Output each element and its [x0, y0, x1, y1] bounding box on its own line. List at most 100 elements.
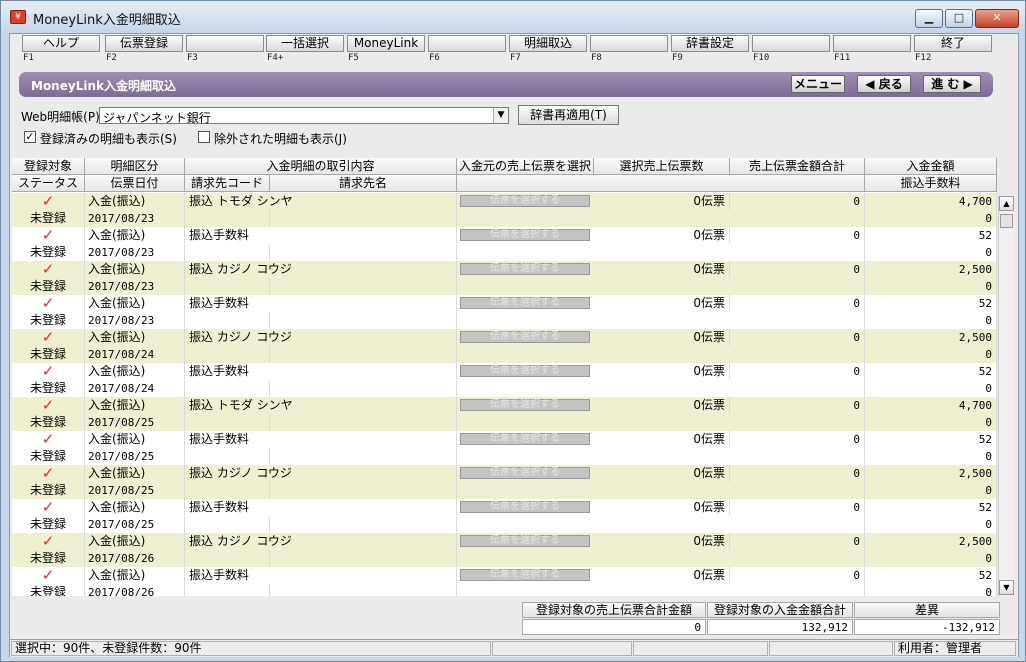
select-slip-button[interactable]: 伝票を選択する — [460, 365, 590, 377]
table-row[interactable]: ✓ 未登録 入金(振込) 2017/08/25 振込 カジノ コウジ 0伝票 0 2,500 0… — [12, 465, 997, 499]
select-slip-button[interactable]: 伝票を選択する — [460, 501, 590, 513]
table-row[interactable]: ✓ 未登録 入金(振込) 2017/08/23 振込 カジノ コウジ 0伝票 0 2,500 0… — [12, 261, 997, 295]
table-row[interactable]: ✓ 未登録 入金(振込) 2017/08/25 振込 トモダ シンヤ 0伝票 0 4,700 0… — [12, 397, 997, 431]
fkey-f6[interactable]: F6 — [428, 35, 506, 65]
fkey-button[interactable] — [590, 35, 668, 52]
fkey-f11[interactable]: F11 — [833, 35, 911, 65]
select-slip-button[interactable]: 伝票を選択する — [460, 433, 590, 445]
back-button[interactable]: ◀ 戻る — [857, 75, 911, 93]
select-slip-button[interactable]: 伝票を選択する — [460, 467, 590, 479]
table-row[interactable]: ✓ 未登録 入金(振込) 2017/08/23 振込手数料 0伝票 0 52 0 伝票を選択する — [12, 227, 997, 261]
fkey-f1[interactable]: ヘルプ F1 — [22, 35, 100, 65]
fkey-f4plus[interactable]: 一括選択 F4+ — [266, 35, 344, 65]
check-icon[interactable]: ✓ — [12, 533, 85, 550]
select-slip-button[interactable]: 伝票を選択する — [460, 399, 590, 411]
check-icon[interactable]: ✓ — [12, 465, 85, 482]
check-icon[interactable]: ✓ — [12, 329, 85, 346]
table-row[interactable]: ✓ 未登録 入金(振込) 2017/08/26 振込 カジノ コウジ 0伝票 0 2,500 0… — [12, 533, 997, 567]
check-icon[interactable]: ✓ — [12, 193, 85, 210]
header-detail-type[interactable]: 明細区分 — [85, 158, 185, 175]
fkey-button[interactable]: 辞書設定 — [671, 35, 749, 52]
check-icon[interactable]: ✓ — [12, 567, 85, 584]
row-slip-total: 0 — [730, 533, 865, 550]
fkey-f3[interactable]: F3 — [186, 35, 264, 65]
fkey-f5[interactable]: MoneyLink F5 — [347, 35, 425, 65]
next-button[interactable]: 進 む ▶ — [923, 75, 981, 93]
header-customer-code[interactable]: 請求先コード — [185, 175, 270, 192]
select-slip-button[interactable]: 伝票を選択する — [460, 229, 590, 241]
row-empty-cell — [457, 380, 865, 397]
row-empty-cell — [457, 550, 865, 567]
select-slip-button[interactable]: 伝票を選択する — [460, 535, 590, 547]
select-slip-button[interactable]: 伝票を選択する — [460, 195, 590, 207]
table-row[interactable]: ✓ 未登録 入金(振込) 2017/08/25 振込手数料 0伝票 0 52 0 伝票を選択する — [12, 431, 997, 465]
header-status[interactable]: ステータス — [12, 175, 85, 192]
minimize-button[interactable]: ▁ — [915, 9, 943, 28]
fkey-f8[interactable]: F8 — [590, 35, 668, 65]
row-empty-cell — [270, 312, 457, 329]
maximize-button[interactable]: □ — [945, 9, 973, 28]
header-customer-name[interactable]: 請求先名 — [270, 175, 457, 192]
menu-button[interactable]: メニュー — [791, 75, 845, 93]
row-status: 未登録 — [12, 482, 85, 499]
header-transaction[interactable]: 入金明細の取引内容 — [185, 158, 457, 175]
header-slip-date[interactable]: 伝票日付 — [85, 175, 185, 192]
header-transfer-fee[interactable]: 振込手数料 — [865, 175, 997, 192]
row-empty-cell — [457, 210, 865, 227]
select-slip-button[interactable]: 伝票を選択する — [460, 263, 590, 275]
row-empty-cell — [185, 584, 270, 596]
table-row[interactable]: ✓ 未登録 入金(振込) 2017/08/24 振込手数料 0伝票 0 52 0 伝票を選択する — [12, 363, 997, 397]
row-type: 入金(振込) — [85, 499, 185, 516]
show-excluded-checkbox[interactable] — [198, 131, 210, 143]
close-button[interactable]: ✕ — [975, 9, 1019, 28]
row-empty-cell — [457, 584, 865, 596]
table-row[interactable]: ✓ 未登録 入金(振込) 2017/08/25 振込手数料 0伝票 0 52 0 伝票を選択する — [12, 499, 997, 533]
select-slip-button[interactable]: 伝票を選択する — [460, 331, 590, 343]
header-deposit-amount[interactable]: 入金金額 — [865, 158, 997, 175]
select-slip-button[interactable]: 伝票を選択する — [460, 297, 590, 309]
header-select-slip[interactable]: 入金元の売上伝票を選択 — [457, 158, 594, 175]
check-icon[interactable]: ✓ — [12, 499, 85, 516]
header-slip-count[interactable]: 選択売上伝票数 — [594, 158, 730, 175]
fkey-f12[interactable]: 終了 F12 — [914, 35, 992, 65]
fkey-button[interactable] — [428, 35, 506, 52]
check-icon[interactable]: ✓ — [12, 363, 85, 380]
fkey-button[interactable]: 一括選択 — [266, 35, 344, 52]
scroll-down-icon[interactable]: ▼ — [999, 580, 1014, 595]
table-row[interactable]: ✓ 未登録 入金(振込) 2017/08/26 振込手数料 0伝票 0 52 0 伝票を選択する — [12, 567, 997, 596]
table-row[interactable]: ✓ 未登録 入金(振込) 2017/08/23 振込 トモダ シンヤ 0伝票 0 4,700 0… — [12, 193, 997, 227]
fkey-f7[interactable]: 明細取込 F7 — [509, 35, 587, 65]
scroll-up-icon[interactable]: ▲ — [999, 196, 1014, 211]
fkey-button[interactable]: MoneyLink — [347, 35, 425, 52]
fkey-button[interactable]: 終了 — [914, 35, 992, 52]
check-icon[interactable]: ✓ — [12, 295, 85, 312]
header-register-target[interactable]: 登録対象 — [12, 158, 85, 175]
fkey-button[interactable] — [833, 35, 911, 52]
show-registered-checkbox[interactable]: ✓ — [24, 131, 36, 143]
table-row[interactable]: ✓ 未登録 入金(振込) 2017/08/24 振込 カジノ コウジ 0伝票 0 2,500 0… — [12, 329, 997, 363]
account-select[interactable]: ジャパンネット銀行 ▼ — [99, 107, 509, 125]
check-icon[interactable]: ✓ — [12, 397, 85, 414]
fkey-button[interactable] — [752, 35, 830, 52]
fkey-f9[interactable]: 辞書設定 F9 — [671, 35, 749, 65]
row-amount: 2,500 — [865, 329, 997, 346]
chevron-down-icon[interactable]: ▼ — [493, 108, 508, 123]
check-icon[interactable]: ✓ — [12, 261, 85, 278]
scroll-thumb[interactable] — [1000, 214, 1013, 228]
fkey-button[interactable]: ヘルプ — [22, 35, 100, 52]
vertical-scrollbar[interactable]: ▲ ▼ — [998, 196, 1014, 596]
status-panel-blank3 — [769, 641, 893, 656]
fkey-button[interactable] — [186, 35, 264, 52]
fkey-button[interactable]: 明細取込 — [509, 35, 587, 52]
row-date: 2017/08/23 — [85, 244, 185, 261]
table-row[interactable]: ✓ 未登録 入金(振込) 2017/08/23 振込手数料 0伝票 0 52 0 伝票を選択する — [12, 295, 997, 329]
header-slip-total[interactable]: 売上伝票金額合計 — [730, 158, 865, 175]
reapply-dictionary-button[interactable]: 辞書再適用(T) — [518, 105, 619, 125]
row-empty-cell — [270, 414, 457, 431]
select-slip-button[interactable]: 伝票を選択する — [460, 569, 590, 581]
check-icon[interactable]: ✓ — [12, 431, 85, 448]
fkey-f10[interactable]: F10 — [752, 35, 830, 65]
check-icon[interactable]: ✓ — [12, 227, 85, 244]
fkey-button[interactable]: 伝票登録 — [105, 35, 183, 52]
fkey-f2[interactable]: 伝票登録 F2 — [105, 35, 183, 65]
